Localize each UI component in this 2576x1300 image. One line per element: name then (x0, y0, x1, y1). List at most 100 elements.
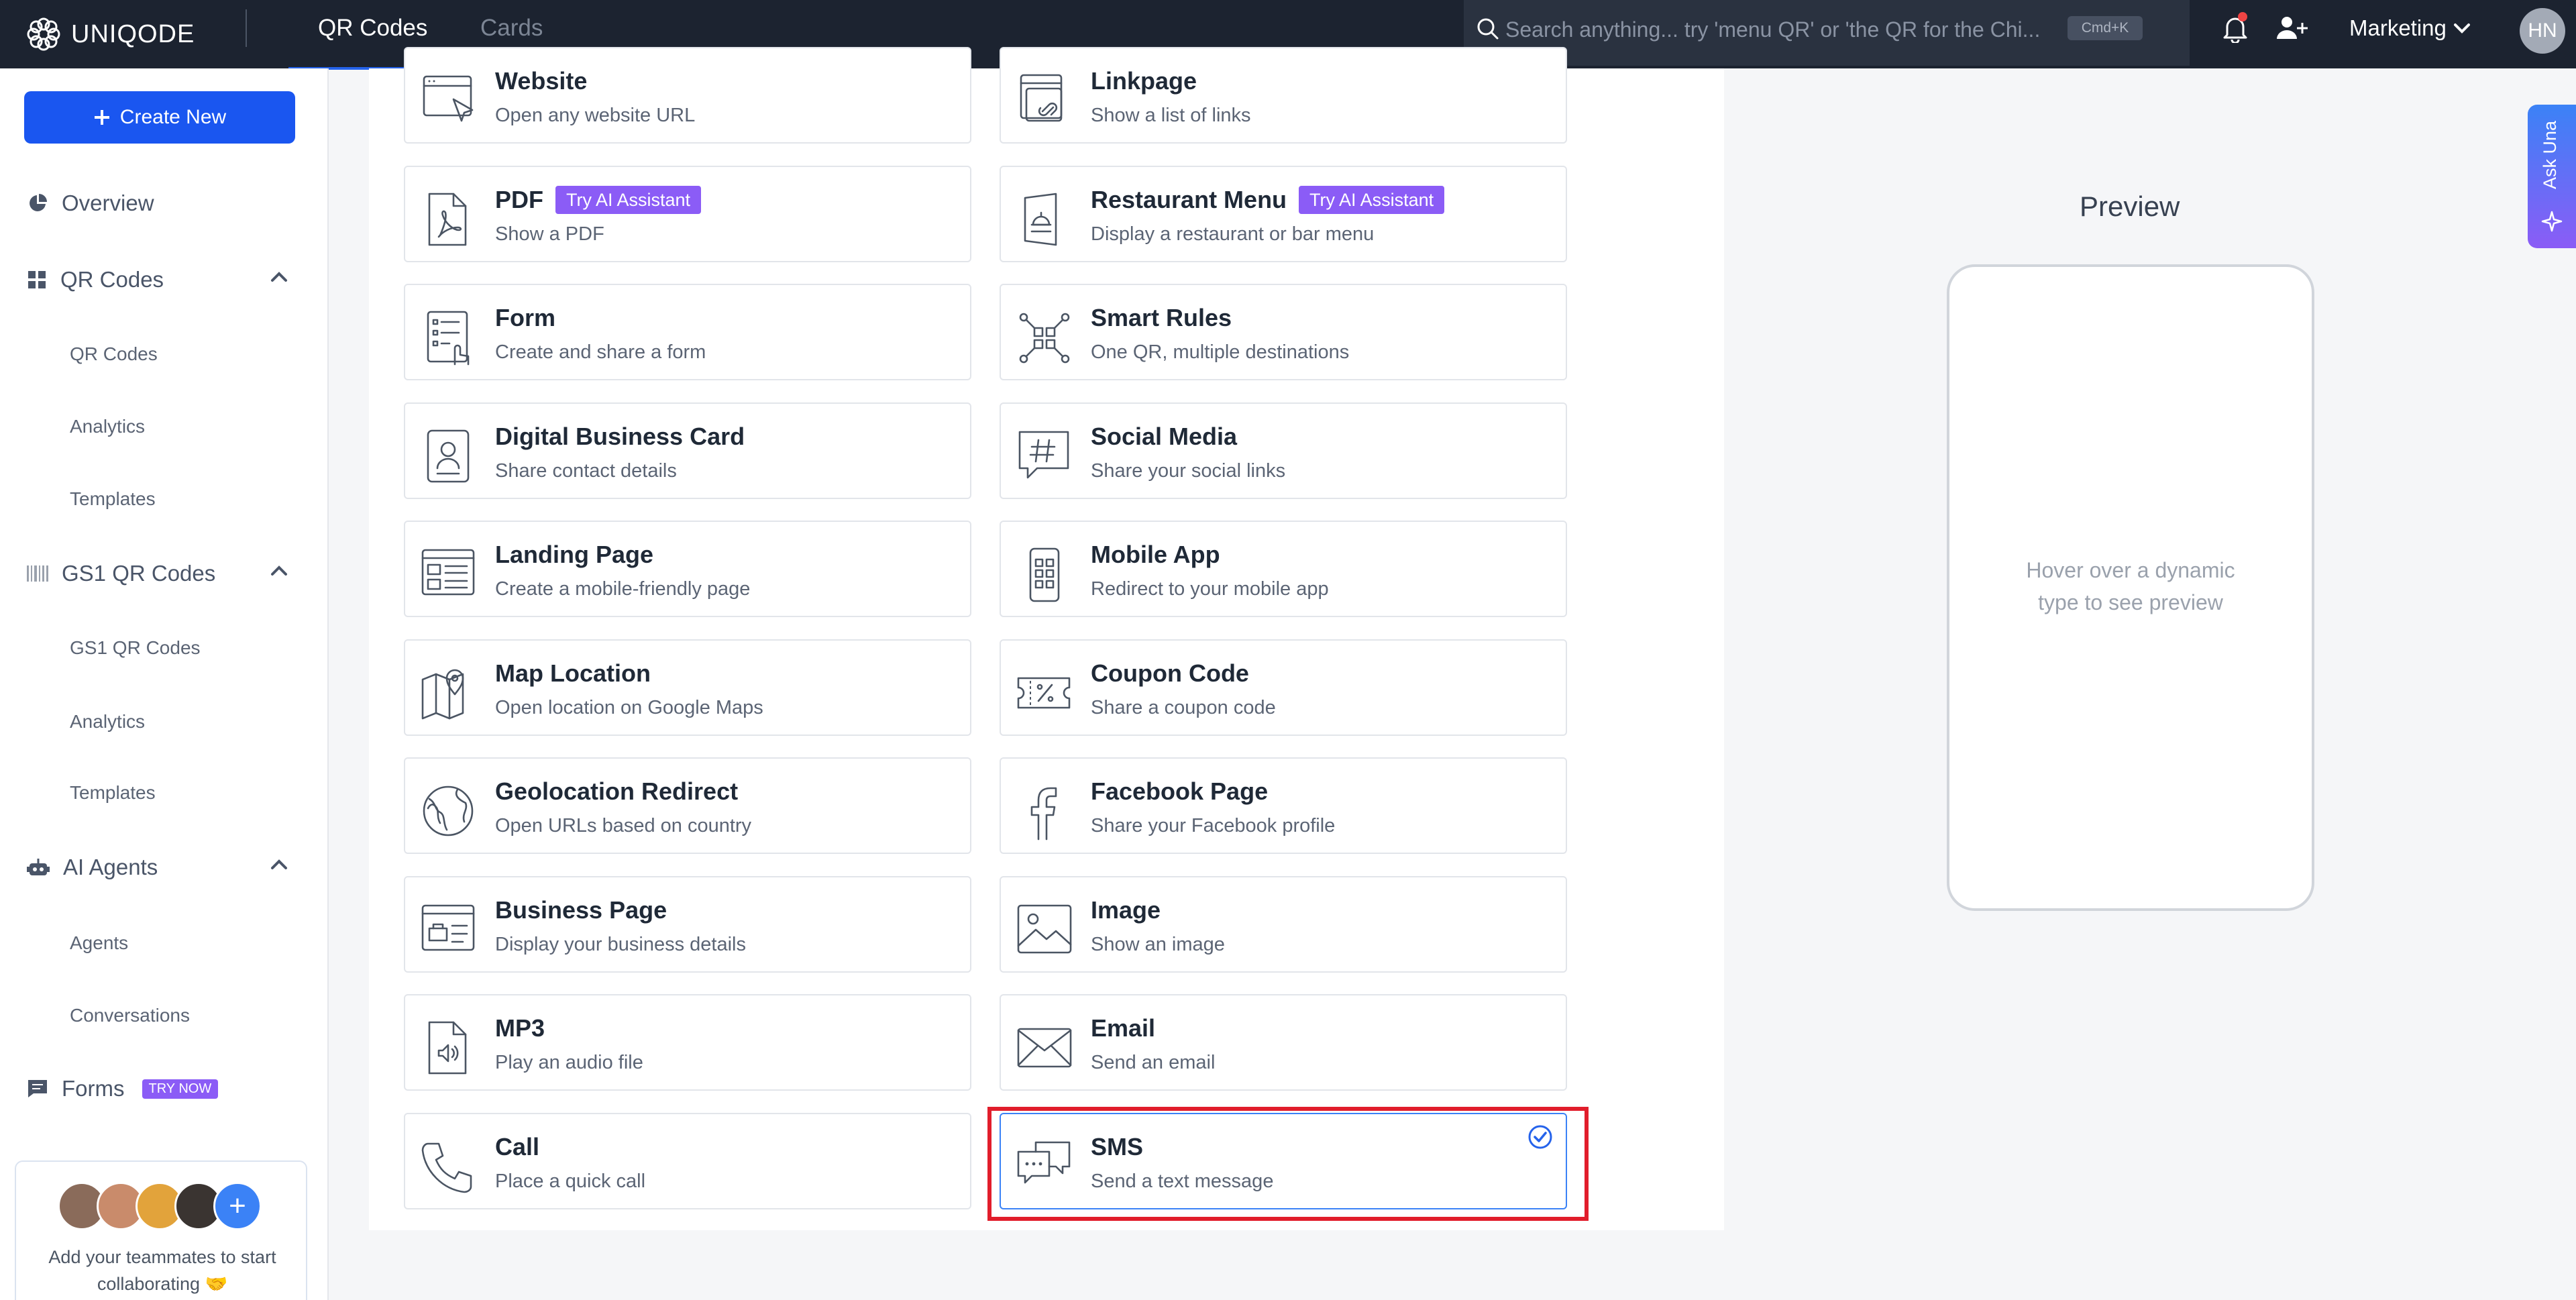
search-input[interactable]: Search anything... try 'menu QR' or 'the… (1505, 17, 2040, 42)
qr-type-title: Call (495, 1133, 539, 1161)
call-icon (420, 1138, 478, 1196)
qr-type-card-call[interactable]: Call Place a quick call (404, 1113, 971, 1209)
sidebar-subitem-templates[interactable]: Templates (70, 488, 156, 510)
search-icon (1477, 18, 1499, 40)
qr-type-description: Send an email (1091, 1052, 1216, 1073)
qr-type-card-digital-business-card[interactable]: Digital Business Card Share contact detai… (404, 402, 971, 499)
uniqode-logo-icon (27, 17, 60, 51)
preview-hint: Hover over a dynamic type to see preview (2026, 558, 2235, 614)
qr-type-title-text: Geolocation Redirect (495, 777, 739, 805)
qr-type-description: Open any website URL (495, 105, 696, 126)
qr-type-title-text: Digital Business Card (495, 423, 745, 450)
pie-chart-icon (30, 194, 47, 211)
qr-type-title-text: Website (495, 67, 588, 95)
chevron-up-icon[interactable] (270, 857, 288, 871)
globe-icon (420, 783, 478, 841)
brand-logo[interactable]: UNIQODE (25, 13, 195, 55)
qr-type-card-facebook-page[interactable]: Facebook Page Share your Facebook profile (1000, 757, 1567, 854)
chevron-down-icon (2453, 23, 2470, 34)
qr-type-card-business-page[interactable]: Business Page Display your business detai… (404, 876, 971, 973)
qr-type-title: Smart Rules (1091, 304, 1232, 332)
sidebar-item-forms[interactable]: Forms TRY NOW (27, 1076, 219, 1101)
qr-type-description: Display a restaurant or bar menu (1091, 223, 1375, 245)
qr-type-card-coupon-code[interactable]: Coupon Code Share a coupon code (1000, 639, 1567, 736)
qr-type-card-website[interactable]: Website Open any website URL (404, 47, 971, 144)
qr-type-card-restaurant-menu[interactable]: Restaurant Menu Try AI Assistant Display a… (1000, 166, 1567, 262)
chevron-up-icon[interactable] (270, 563, 288, 577)
qr-type-card-form[interactable]: Form Create and share a form (404, 284, 971, 380)
mobile-app-icon (1016, 546, 1073, 604)
qr-type-title-text: Landing Page (495, 541, 654, 568)
sidebar-subitem-analytics[interactable]: Analytics (70, 711, 145, 733)
sidebar-subitem-qr-codes[interactable]: QR Codes (70, 343, 158, 365)
qr-type-card-email[interactable]: Email Send an email (1000, 994, 1567, 1091)
qr-type-title: Linkpage (1091, 67, 1197, 95)
selection-highlight (987, 1107, 1589, 1221)
invite-teammates-text: Add your teammates to start collaboratin… (48, 1247, 276, 1294)
sidebar-item-label: AI Agents (63, 855, 158, 879)
qr-type-description: Place a quick call (495, 1171, 646, 1192)
qr-type-description: Show a PDF (495, 223, 604, 245)
qr-type-description: Redirect to your mobile app (1091, 578, 1329, 600)
global-search[interactable]: Search anything... try 'menu QR' or 'the… (1464, 0, 2190, 66)
qr-type-description: Create and share a form (495, 341, 706, 363)
qr-type-title-text: Email (1091, 1014, 1156, 1042)
qr-type-card-map-location[interactable]: Map Location Open location on Google Maps (404, 639, 971, 736)
create-new-button[interactable]: Create New (24, 91, 295, 144)
qr-type-card-mp3[interactable]: MP3 Play an audio file (404, 994, 971, 1091)
qr-type-card-landing-page[interactable]: Landing Page Create a mobile-friendly pag… (404, 521, 971, 617)
business-page-icon (420, 902, 478, 959)
qr-type-card-social-media[interactable]: Social Media Share your social links (1000, 402, 1567, 499)
sidebar-subitem-templates[interactable]: Templates (70, 782, 156, 804)
sidebar-subitem-analytics[interactable]: Analytics (70, 416, 145, 437)
qr-type-title: Social Media (1091, 423, 1237, 451)
qr-type-card-pdf[interactable]: PDF Try AI Assistant Show a PDF (404, 166, 971, 262)
qr-type-title: Website (495, 67, 587, 95)
sidebar-item-gs1-qr-codes[interactable]: GS1 QR Codes (27, 561, 215, 586)
qr-type-description: Display your business details (495, 934, 746, 955)
qr-type-description: One QR, multiple destinations (1091, 341, 1350, 363)
ask-una-button[interactable]: Ask Una (2528, 105, 2576, 248)
sidebar-subitem-conversations[interactable]: Conversations (70, 1005, 190, 1026)
tab-cards[interactable]: Cards (480, 15, 543, 42)
add-teammate-button[interactable]: + (213, 1182, 262, 1230)
qr-type-title-text: Facebook Page (1091, 777, 1269, 805)
workspace-dropdown[interactable]: Marketing (2349, 15, 2471, 42)
chevron-up-icon[interactable] (270, 270, 288, 283)
try-ai-assistant-badge[interactable]: Try AI Assistant (1299, 186, 1445, 214)
sidebar-subitem-agents[interactable]: Agents (70, 932, 128, 954)
sidebar-subitem-gs1-qr-codes[interactable]: GS1 QR Codes (70, 637, 201, 659)
try-ai-assistant-badge[interactable]: Try AI Assistant (555, 186, 702, 214)
qr-type-title-text: Mobile App (1091, 541, 1220, 568)
tab-qr-codes[interactable]: QR Codes (318, 15, 427, 42)
qr-type-title-text: Restaurant Menu (1091, 186, 1287, 213)
sidebar-item-ai-agents[interactable]: AI Agents (27, 855, 158, 880)
add-user-icon[interactable] (2275, 15, 2308, 42)
qr-type-description: Open location on Google Maps (495, 697, 763, 718)
qr-type-title-text: Map Location (495, 659, 651, 687)
form-icon (420, 309, 478, 367)
pdf-icon (420, 191, 478, 249)
qr-type-title-text: MP3 (495, 1014, 545, 1042)
qr-type-card-smart-rules[interactable]: Smart Rules One QR, multiple destinations (1000, 284, 1567, 380)
invite-teammates-card[interactable]: + Add your teammates to start collaborat… (15, 1160, 307, 1300)
qr-type-card-mobile-app[interactable]: Mobile App Redirect to your mobile app (1000, 521, 1567, 617)
search-shortcut-badge: Cmd+K (2068, 16, 2143, 40)
qr-type-card-image[interactable]: Image Show an image (1000, 876, 1567, 973)
brand-name: UNIQODE (71, 19, 195, 48)
smart-rules-icon (1016, 309, 1073, 367)
qr-type-card-geolocation-redirect[interactable]: Geolocation Redirect Open URLs based on c… (404, 757, 971, 854)
sidebar-item-overview[interactable]: Overview (27, 191, 154, 216)
grid-icon (28, 271, 46, 288)
ask-una-label: Ask Una (2540, 121, 2560, 190)
try-now-badge: TRY NOW (142, 1079, 219, 1099)
coupon-icon (1016, 665, 1073, 722)
sidebar-item-qr-codes[interactable]: QR Codes (27, 267, 164, 292)
qr-type-title: Image (1091, 896, 1161, 924)
qr-type-title-text: Image (1091, 896, 1161, 924)
sparkle-icon (2541, 211, 2563, 232)
qr-type-title: Landing Page (495, 541, 653, 569)
qr-type-description: Open URLs based on country (495, 815, 752, 836)
user-avatar[interactable]: HN (2520, 8, 2565, 54)
qr-type-card-linkpage[interactable]: Linkpage Show a list of links (1000, 47, 1567, 144)
